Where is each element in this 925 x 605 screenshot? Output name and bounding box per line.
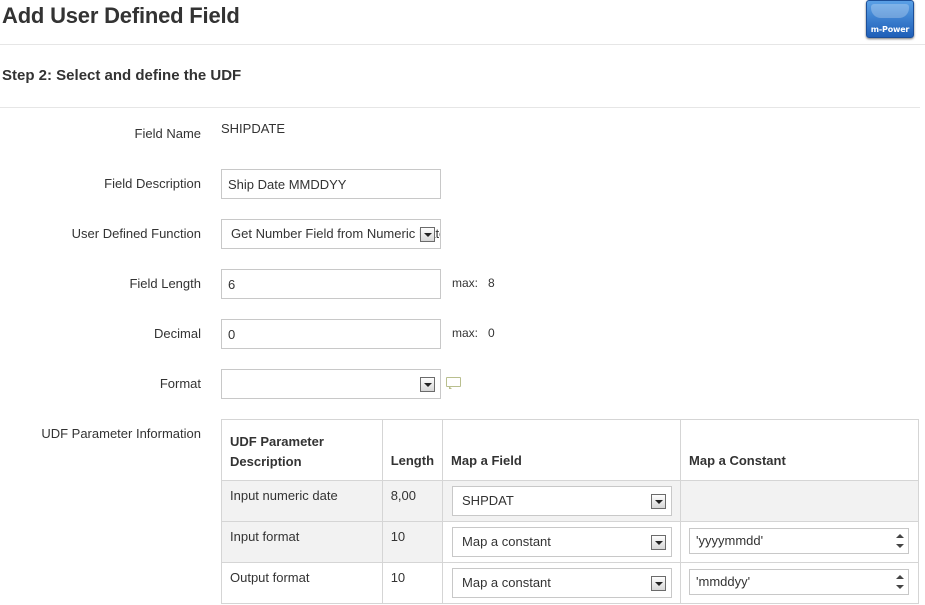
udf-parameter-info-label: UDF Parameter Information — [41, 426, 201, 441]
page-title: Add User Defined Field — [2, 3, 240, 28]
chevron-down-icon[interactable] — [420, 377, 435, 392]
field-name-value: SHIPDATE — [221, 121, 286, 136]
row-length: 10 — [381, 521, 444, 563]
row-length: 10 — [381, 562, 444, 604]
spinner-buttons[interactable] — [893, 531, 906, 551]
header-map-constant: Map a Constant — [680, 419, 919, 481]
header-map-field: Map a Field — [442, 419, 682, 481]
step-divider — [0, 107, 920, 108]
row-map-constant-cell: 'mmddyy' — [680, 562, 919, 604]
map-constant-value: 'mmddyy' — [696, 574, 751, 589]
decimal-max-label: max: — [452, 326, 479, 340]
field-description-label: Field Description — [104, 176, 201, 191]
chevron-down-icon[interactable] — [420, 227, 435, 242]
header-divider — [0, 44, 925, 45]
decimal-input[interactable] — [221, 319, 441, 349]
table-row: Output format 10 Map a constant 'mmddyy' — [221, 562, 919, 604]
map-field-selected: SHPDAT — [462, 493, 514, 508]
row-map-field-cell: Map a constant — [442, 521, 682, 563]
row-description: Input numeric date — [221, 480, 383, 522]
field-length-max-label: max: — [452, 276, 479, 290]
map-constant-value: 'yyyymmdd' — [696, 533, 764, 548]
map-field-select[interactable]: Map a constant — [452, 527, 673, 557]
spin-down-icon[interactable] — [896, 544, 905, 548]
row-description: Input format — [221, 521, 383, 563]
chevron-down-icon[interactable] — [651, 535, 667, 550]
field-description-input[interactable] — [221, 169, 441, 199]
format-label: Format — [159, 376, 201, 391]
field-name-label: Field Name — [134, 126, 201, 141]
decimal-label: Decimal — [154, 326, 201, 341]
decimal-max-value: 0 — [488, 326, 495, 340]
field-length-max-value: 8 — [488, 276, 495, 290]
row-map-field-cell: Map a constant — [442, 562, 682, 604]
logo-text: m-Power — [870, 25, 910, 34]
spin-up-icon[interactable] — [896, 534, 905, 538]
header-length: Length — [381, 419, 444, 481]
comment-icon[interactable] — [446, 377, 461, 389]
step-title: Step 2: Select and define the UDF — [2, 67, 242, 84]
spinner-buttons[interactable] — [893, 572, 906, 592]
header-parameter-description: UDF Parameter Description — [221, 419, 383, 481]
m-power-logo: m-Power — [866, 0, 914, 38]
row-description: Output format — [221, 562, 383, 604]
row-map-constant-cell: 'yyyymmdd' — [680, 521, 919, 563]
row-map-field-cell: SHPDAT — [442, 480, 682, 522]
map-field-select[interactable]: Map a constant — [452, 568, 673, 598]
chevron-down-icon[interactable] — [651, 576, 667, 591]
map-constant-input[interactable]: 'mmddyy' — [689, 569, 910, 595]
spin-down-icon[interactable] — [896, 585, 905, 589]
field-length-input[interactable] — [221, 269, 441, 299]
chevron-down-icon[interactable] — [651, 494, 667, 509]
map-field-select[interactable]: SHPDAT — [452, 486, 673, 516]
format-select[interactable] — [221, 369, 441, 399]
udf-parameter-table: UDF Parameter Description Length Map a F… — [221, 419, 919, 604]
user-defined-function-select[interactable]: Get Number Field from Numeric Date — [221, 219, 441, 249]
spin-up-icon[interactable] — [896, 575, 905, 579]
map-constant-input[interactable]: 'yyyymmdd' — [689, 528, 910, 554]
logo-shine — [871, 4, 909, 18]
user-defined-function-label: User Defined Function — [71, 226, 201, 241]
table-row: Input format 10 Map a constant 'yyyymmdd… — [221, 521, 919, 563]
map-field-selected: Map a constant — [462, 534, 551, 549]
row-map-constant-cell — [680, 480, 919, 522]
user-defined-function-selected: Get Number Field from Numeric Date — [231, 226, 441, 241]
row-length: 8,00 — [381, 480, 444, 522]
map-field-selected: Map a constant — [462, 575, 551, 590]
table-row: Input numeric date 8,00 SHPDAT — [221, 480, 919, 522]
field-length-label: Field Length — [129, 276, 201, 291]
